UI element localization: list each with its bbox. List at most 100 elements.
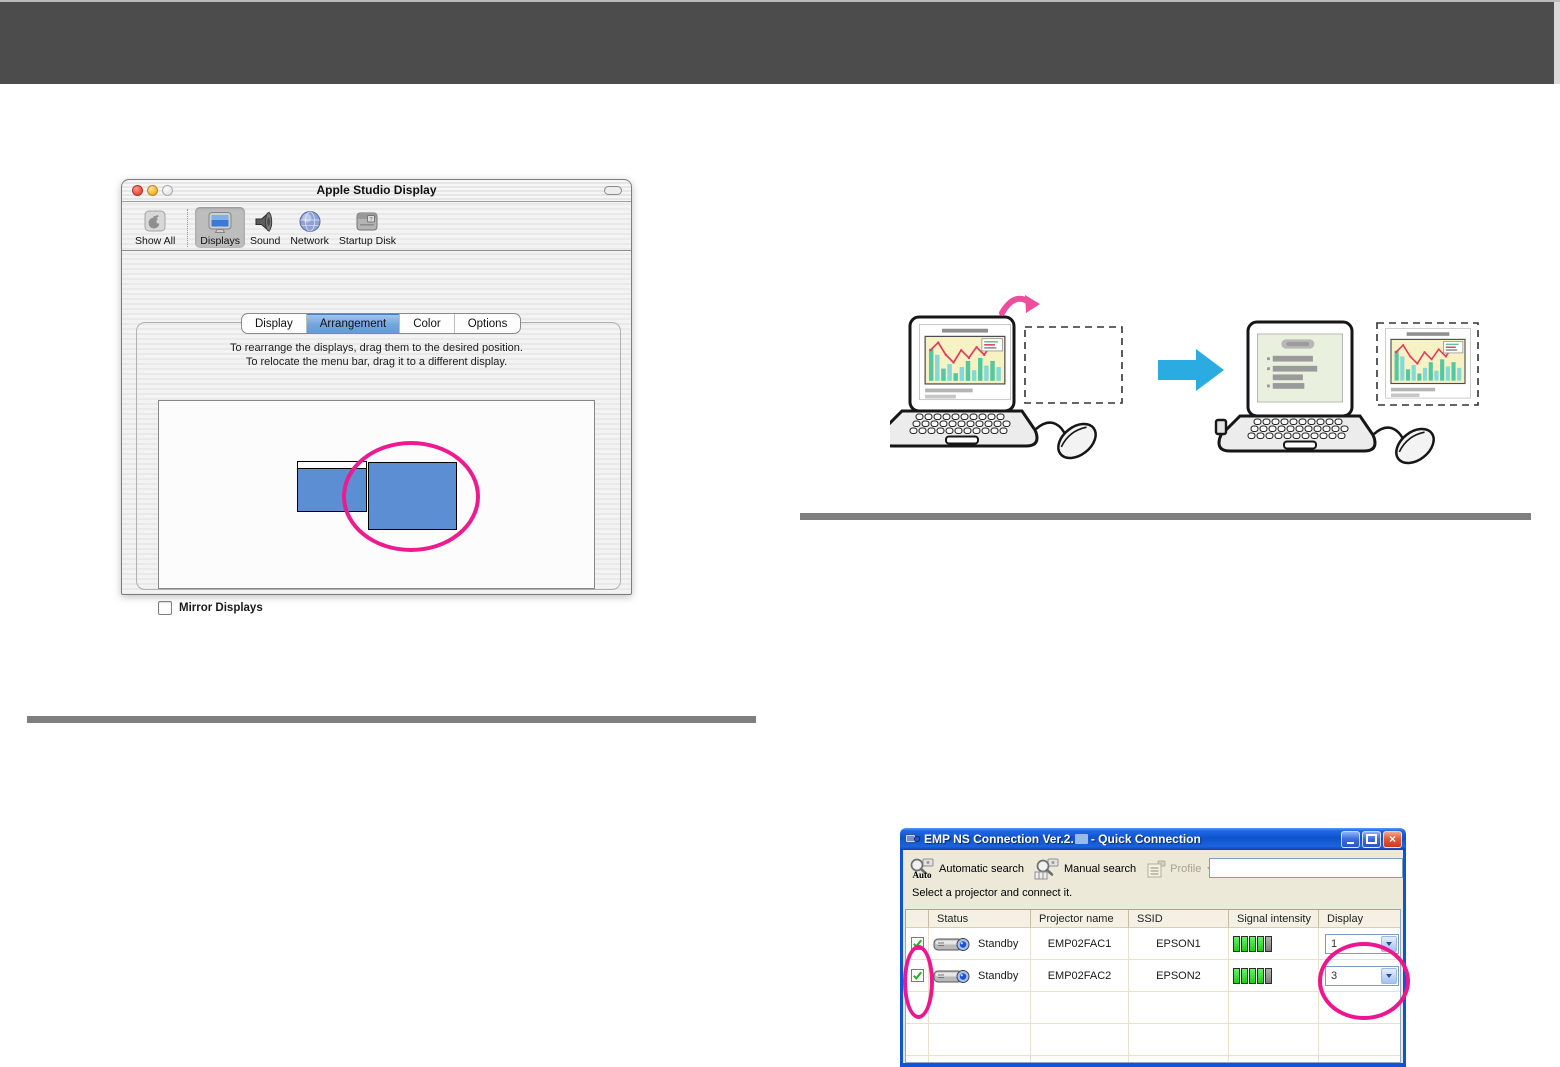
row2-projector-name[interactable]: EMP02FAC2 bbox=[1031, 960, 1129, 992]
apple-icon bbox=[144, 210, 166, 232]
empty-cell bbox=[1229, 1024, 1319, 1056]
empty-cell bbox=[906, 1056, 929, 1062]
app-icon bbox=[905, 834, 920, 843]
empty-cell bbox=[1229, 1056, 1319, 1062]
row2-status-text: Standby bbox=[978, 969, 1019, 982]
text-slide bbox=[1257, 333, 1343, 403]
empty-cell bbox=[1129, 1024, 1229, 1056]
mac-toolbar: Show All Displays Sound Network ? Startu… bbox=[122, 202, 631, 251]
header-bar bbox=[0, 2, 1554, 84]
manual-search-icon bbox=[1034, 858, 1060, 880]
profile-icon bbox=[1146, 860, 1166, 878]
page: Apple Studio Display Show All Displays S… bbox=[0, 0, 1560, 1067]
header-ssid[interactable]: SSID bbox=[1129, 910, 1229, 928]
projector-icon bbox=[933, 969, 970, 983]
mac-display-prefs-window: Apple Studio Display Show All Displays S… bbox=[121, 179, 632, 615]
display-icon bbox=[208, 212, 232, 233]
empty-cell bbox=[1129, 992, 1229, 1024]
mirror-displays-checkbox[interactable] bbox=[158, 601, 172, 615]
tab-display[interactable]: Display bbox=[242, 314, 306, 333]
empty-cell bbox=[929, 992, 1031, 1024]
tab-arrangement[interactable]: Arrangement bbox=[305, 314, 400, 333]
emp-ns-connection-dialog: EMP NS Connection Ver.2. - Quick Connecti… bbox=[900, 828, 1410, 1067]
dialog-prompt: Select a projector and connect it. bbox=[912, 887, 1073, 899]
chart-slide bbox=[919, 324, 1011, 401]
profile-button[interactable]: Profile bbox=[1146, 860, 1216, 878]
header-status[interactable]: Status bbox=[929, 910, 1031, 928]
toolbar-item-label: Network bbox=[290, 235, 329, 247]
empty-cell bbox=[906, 1024, 929, 1056]
chart-slide-moved bbox=[1384, 328, 1472, 399]
xp-titlebar[interactable]: EMP NS Connection Ver.2. - Quick Connecti… bbox=[900, 828, 1406, 850]
arrangement-area[interactable] bbox=[158, 400, 595, 589]
empty-cell bbox=[1031, 992, 1129, 1024]
pink-drag-arrow bbox=[999, 295, 1032, 316]
signal-intensity-bars bbox=[1233, 935, 1273, 952]
mac-content: Display Arrangement Color Options To rea… bbox=[122, 251, 631, 615]
toolbar-item-label: Startup Disk bbox=[338, 235, 397, 247]
speaker-icon bbox=[255, 211, 273, 233]
profile-label: Profile bbox=[1170, 862, 1202, 875]
mac-titlebar[interactable]: Apple Studio Display bbox=[122, 180, 631, 202]
toolbar-item-label: Sound bbox=[249, 235, 281, 247]
mac-tab-bar: Display Arrangement Color Options bbox=[241, 313, 522, 334]
manual-search-label: Manual search bbox=[1063, 862, 1137, 875]
tab-color[interactable]: Color bbox=[399, 314, 453, 333]
row1-ssid[interactable]: EPSON1 bbox=[1129, 928, 1229, 960]
empty-cell bbox=[1319, 1056, 1400, 1062]
close-button[interactable]: × bbox=[1383, 830, 1402, 848]
row2-ssid[interactable]: EPSON2 bbox=[1129, 960, 1229, 992]
row1-status-cell[interactable]: Standby bbox=[929, 928, 1031, 960]
extended-desktop-illustration bbox=[890, 295, 1479, 472]
header-display[interactable]: Display bbox=[1319, 910, 1400, 928]
globe-icon bbox=[299, 211, 321, 232]
search-result-input[interactable] bbox=[1209, 858, 1403, 878]
mac-collapse-widget[interactable] bbox=[604, 186, 622, 195]
toolbar-item-displays[interactable]: Displays bbox=[195, 207, 245, 248]
arrangement-instructions: To rearrange the displays, drag them to … bbox=[122, 341, 631, 369]
row2-signal-cell bbox=[1229, 960, 1319, 992]
row2-status-cell[interactable]: Standby bbox=[929, 960, 1031, 992]
display-number-value: 1 bbox=[1331, 937, 1338, 950]
xp-window-title: EMP NS Connection Ver.2. - Quick Connecti… bbox=[924, 832, 1339, 846]
magnifier-manual-icon bbox=[1034, 858, 1059, 879]
toolbar-item-label: Show All bbox=[135, 235, 176, 247]
toolbar-item-startup-disk[interactable]: ? Startup Disk bbox=[334, 207, 401, 248]
row1-signal-cell bbox=[1229, 928, 1319, 960]
toolbar-item-show-all[interactable]: Show All bbox=[130, 207, 180, 248]
instruction-line-2: To relocate the menu bar, drag it to a d… bbox=[245, 356, 508, 368]
virtual-display-empty bbox=[1024, 326, 1123, 404]
toolbar-item-network[interactable]: Network bbox=[285, 207, 334, 248]
header-bar-edge bbox=[1554, 2, 1560, 84]
highlight-ellipse bbox=[342, 441, 480, 552]
header-signal-intensity[interactable]: Signal intensity bbox=[1229, 910, 1319, 928]
automatic-search-button[interactable]: Auto Automatic search bbox=[909, 858, 1024, 880]
display-highlight-ellipse bbox=[1318, 942, 1410, 1020]
empty-cell bbox=[1229, 992, 1319, 1024]
row1-status-text: Standby bbox=[978, 937, 1019, 950]
toolbar-item-label: Displays bbox=[200, 235, 240, 247]
mirror-displays-row: Mirror Displays bbox=[158, 601, 263, 615]
tab-options[interactable]: Options bbox=[453, 314, 521, 333]
projector-icon bbox=[933, 937, 970, 951]
manual-search-button[interactable]: Manual search bbox=[1034, 858, 1136, 880]
title-prefix: EMP NS Connection Ver.2. bbox=[924, 832, 1074, 846]
maximize-button[interactable] bbox=[1362, 830, 1381, 848]
empty-cell bbox=[929, 1056, 1031, 1062]
xp-body: Auto Automatic search Manual search Prof… bbox=[900, 850, 1410, 1067]
empty-cell bbox=[1129, 1056, 1229, 1062]
row1-projector-name[interactable]: EMP02FAC1 bbox=[1031, 928, 1129, 960]
signal-intensity-bars bbox=[1233, 967, 1273, 984]
disk-icon: ? bbox=[356, 212, 378, 231]
header-projector-name[interactable]: Projector name bbox=[1031, 910, 1129, 928]
toolbar-item-sound[interactable]: Sound bbox=[245, 207, 285, 248]
empty-cell bbox=[929, 1024, 1031, 1056]
title-suffix: - Quick Connection bbox=[1090, 832, 1201, 846]
auto-badge: Auto bbox=[912, 870, 932, 880]
empty-cell bbox=[1319, 1024, 1400, 1056]
blue-result-arrow bbox=[1158, 349, 1224, 391]
minimize-button[interactable] bbox=[1341, 830, 1360, 848]
toolbar-separator bbox=[187, 209, 189, 247]
header-checkbox-col[interactable] bbox=[906, 910, 929, 928]
list-icon bbox=[1147, 860, 1166, 877]
